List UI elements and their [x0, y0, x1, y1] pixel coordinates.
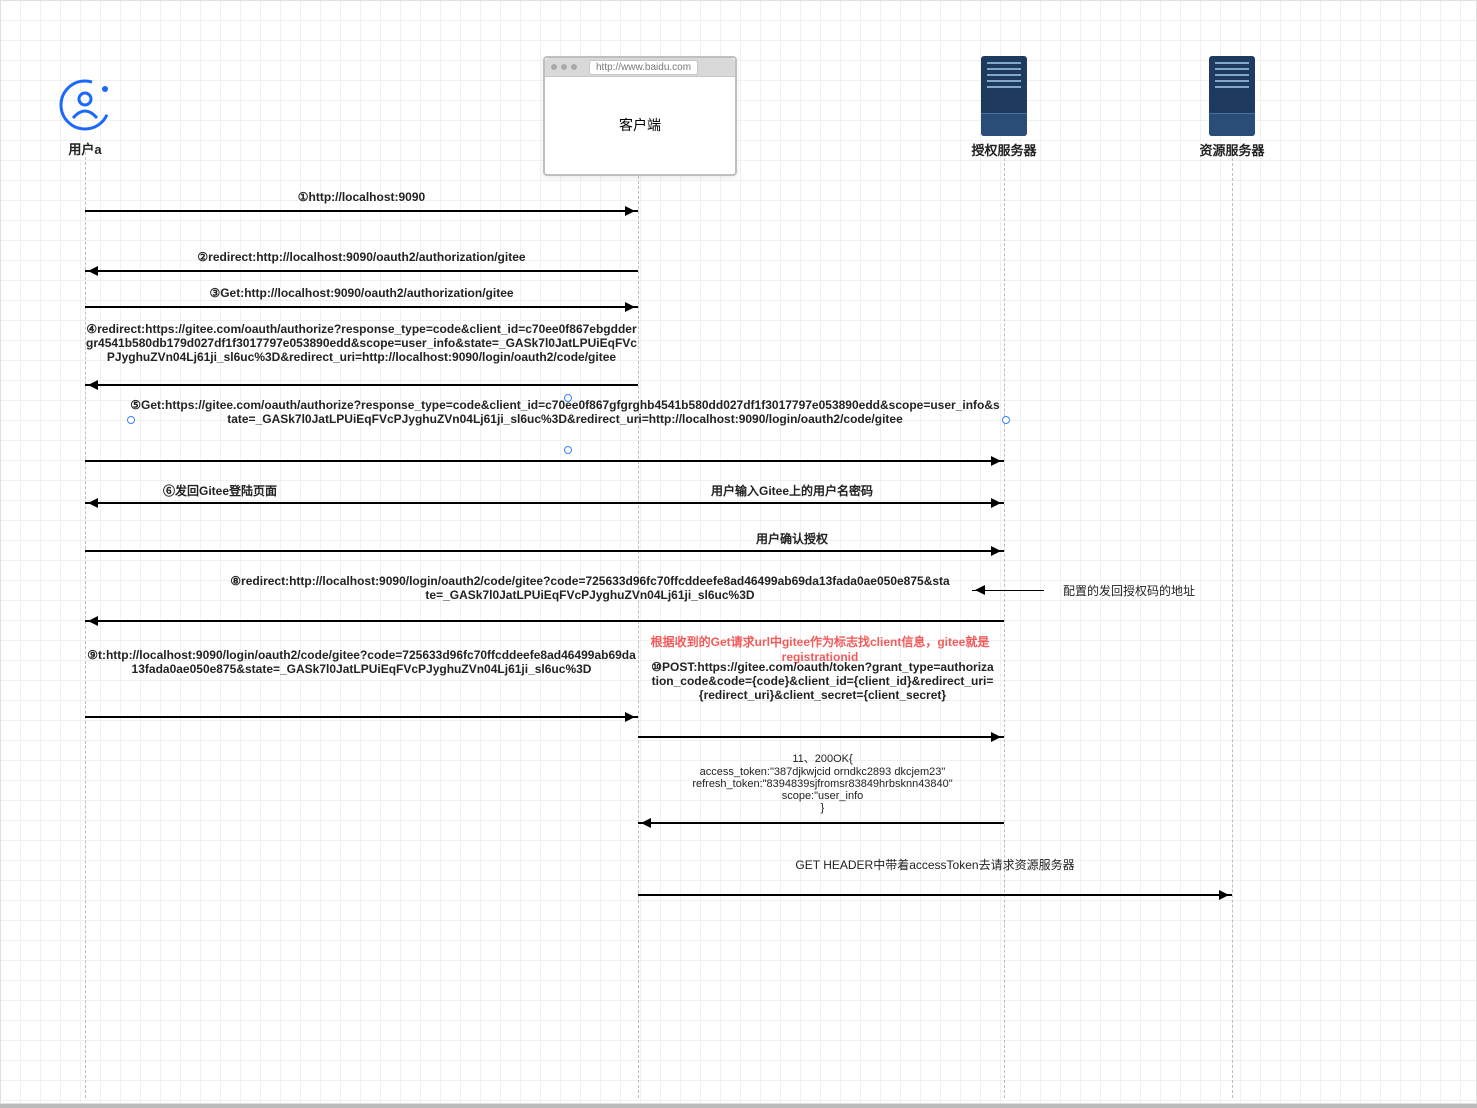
actor-client[interactable]: http://www.baidu.com 客户端 — [543, 56, 737, 176]
msg-7: 用户确认授权 — [580, 530, 1004, 547]
msg-6-left: ⑥发回Gitee登陆页面 — [85, 482, 355, 499]
arrow-7 — [85, 550, 1004, 552]
arrow-2 — [85, 270, 638, 272]
actor-client-label: 客户端 — [545, 77, 735, 173]
selection-handle[interactable] — [564, 394, 572, 402]
selection-handle[interactable] — [127, 416, 135, 424]
diagram-canvas[interactable]: 用户a http://www.baidu.com 客户端 授权服务器 资源服务器… — [0, 0, 1477, 1108]
arrow-4 — [85, 384, 638, 386]
actor-auth-label: 授权服务器 — [969, 140, 1039, 159]
selection-handle[interactable] — [564, 446, 572, 454]
arrow-12 — [638, 894, 1232, 896]
arrow-6 — [85, 502, 1004, 504]
arrow-8 — [85, 620, 1004, 622]
lifeline-auth — [1004, 158, 1005, 1098]
user-icon — [58, 78, 112, 132]
msg-3: ③Get:http://localhost:9090/oauth2/author… — [85, 286, 638, 300]
msg-8: ⑧redirect:http://localhost:9090/login/oa… — [230, 574, 950, 602]
msg-12: GET HEADER中带着accessToken去请求资源服务器 — [638, 856, 1232, 873]
msg-1: ①http://localhost:9090 — [85, 190, 638, 204]
selection-handle[interactable] — [1002, 416, 1010, 424]
arrow-3 — [85, 306, 638, 308]
browser-url: http://www.baidu.com — [589, 60, 698, 75]
lifeline-resource — [1232, 158, 1233, 1098]
lifeline-client — [638, 176, 639, 1098]
arrow-1 — [85, 210, 638, 212]
arrow-9 — [85, 716, 638, 718]
msg-11: 11、200OK{ access_token:"387djkwjcid ornd… — [650, 750, 995, 814]
arrow-11 — [638, 822, 1004, 824]
msg-8-note: 配置的发回授权码的地址 — [1044, 582, 1214, 599]
arrow-5 — [85, 460, 1004, 462]
msg-5[interactable]: ⑤Get:https://gitee.com/oauth/authorize?r… — [130, 398, 1000, 426]
msg-4: ④redirect:https://gitee.com/oauth/author… — [85, 322, 638, 364]
server-icon — [1209, 56, 1255, 136]
actor-auth-server[interactable]: 授权服务器 — [981, 56, 1027, 159]
server-icon — [981, 56, 1027, 136]
msg-6-right: 用户输入Gitee上的用户名密码 — [580, 482, 1004, 499]
actor-user[interactable]: 用户a — [58, 78, 112, 158]
arrow-8-note — [972, 590, 1044, 591]
actor-resource-label: 资源服务器 — [1197, 140, 1267, 159]
browser-titlebar-icon: http://www.baidu.com — [545, 58, 735, 77]
actor-resource-server[interactable]: 资源服务器 — [1209, 56, 1255, 159]
msg-9: ⑨t:http://localhost:9090/login/oauth2/co… — [85, 648, 638, 676]
arrow-10 — [638, 736, 1004, 738]
msg-10: ⑩POST:https://gitee.com/oauth/token?gran… — [650, 660, 995, 702]
msg-2: ②redirect:http://localhost:9090/oauth2/a… — [85, 250, 638, 264]
